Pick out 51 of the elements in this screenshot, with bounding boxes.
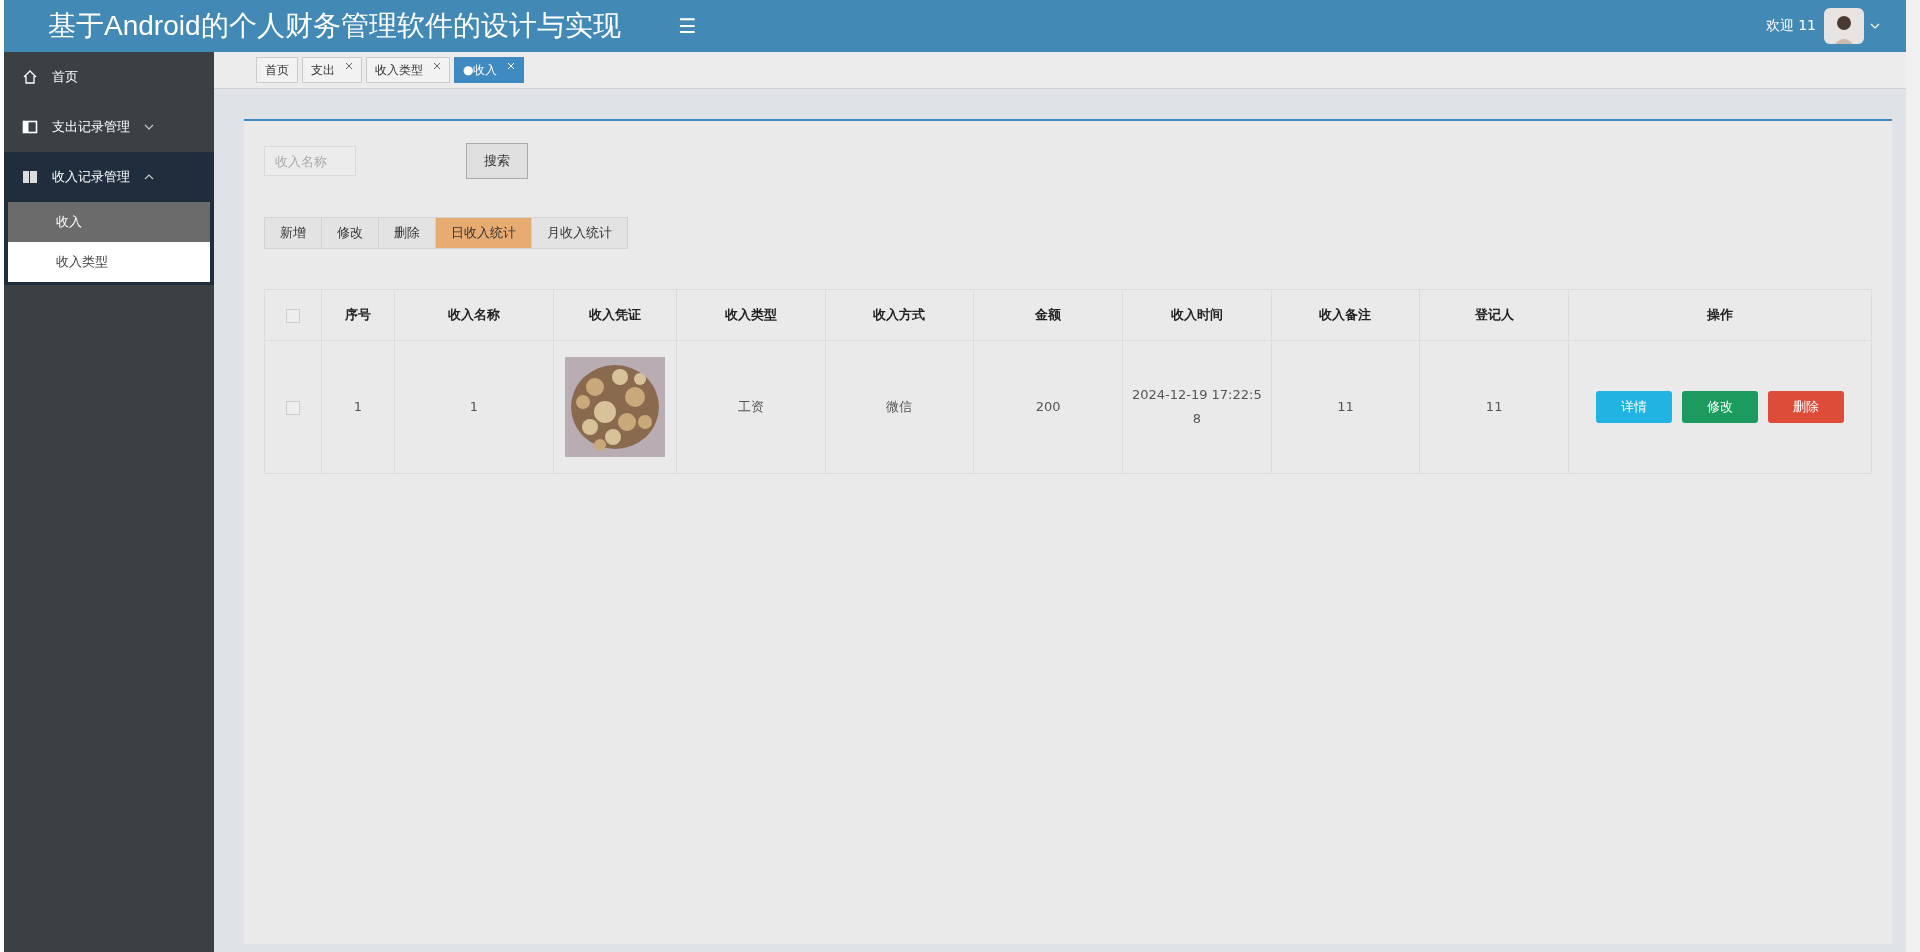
toolbar-button[interactable]: 日收入统计 [435, 217, 532, 249]
checkbox[interactable] [286, 400, 300, 415]
table-cell-text: 11 [1485, 398, 1503, 416]
column-header: 收入时间 [1122, 289, 1272, 341]
book-icon [22, 169, 38, 185]
toolbar-button[interactable]: 月收入统计 [531, 217, 628, 249]
menu-toggle[interactable]: ☰ [678, 14, 697, 38]
column-header: 收入方式 [825, 289, 974, 341]
table-cell-text: 11 [1337, 398, 1354, 416]
delete-button[interactable]: 删除 [1768, 391, 1844, 423]
sidebar-item[interactable]: 支出记录管理 [4, 102, 214, 152]
sidebar-item[interactable]: 首页 [4, 52, 214, 102]
toolbar-button[interactable]: 删除 [378, 217, 436, 249]
column-header: 登记人 [1419, 289, 1569, 341]
caret-icon[interactable] [1870, 23, 1880, 29]
table-cell-text: 1 [353, 398, 363, 416]
column-header: 金额 [973, 289, 1123, 341]
avatar[interactable] [1824, 8, 1864, 44]
chevron-down-icon [144, 124, 154, 130]
sidebar-item[interactable]: 收入记录管理 [4, 152, 214, 202]
app-title: 基于Android的个人财务管理软件的设计与实现 [48, 9, 621, 43]
column-header: 收入名称 [394, 289, 554, 341]
panel-icon [22, 119, 38, 135]
submenu-item[interactable]: 收入 [8, 202, 210, 242]
close-icon[interactable] [345, 62, 353, 70]
tab[interactable]: 首页 [256, 57, 298, 83]
table-cell-text: 微信 [886, 398, 913, 416]
edit-button[interactable]: 修改 [1682, 391, 1758, 423]
column-header: 收入备注 [1271, 289, 1420, 341]
home-icon [22, 69, 38, 85]
scrollbar[interactable] [1906, 0, 1920, 952]
tab[interactable]: 收入类型 [366, 57, 450, 83]
search-field[interactable]: 收入名称 [264, 146, 356, 176]
column-header: 收入凭证 [553, 289, 677, 341]
column-header: 序号 [321, 289, 395, 341]
welcome-text: 欢迎 11 [1765, 17, 1816, 35]
submenu-item[interactable]: 收入类型 [8, 242, 210, 282]
search-button[interactable]: 搜索 [466, 143, 528, 179]
tab[interactable]: 支出 [302, 57, 362, 83]
table-cell-text: 200 [1035, 398, 1061, 416]
table-cell-text: 2024-12-19 17:22:58 [1131, 386, 1262, 428]
table-cell-text: 1 [469, 398, 479, 416]
tab[interactable]: ●收入 [454, 57, 525, 83]
table-cell-text: 工资 [737, 398, 764, 416]
toolbar-button[interactable]: 修改 [321, 217, 379, 249]
column-header: 收入类型 [676, 289, 826, 341]
checkbox[interactable] [286, 308, 300, 323]
column-header: 操作 [1568, 289, 1872, 341]
toolbar-button[interactable]: 新增 [264, 217, 322, 249]
close-icon[interactable] [433, 62, 441, 70]
chevron-up-icon [144, 174, 154, 180]
